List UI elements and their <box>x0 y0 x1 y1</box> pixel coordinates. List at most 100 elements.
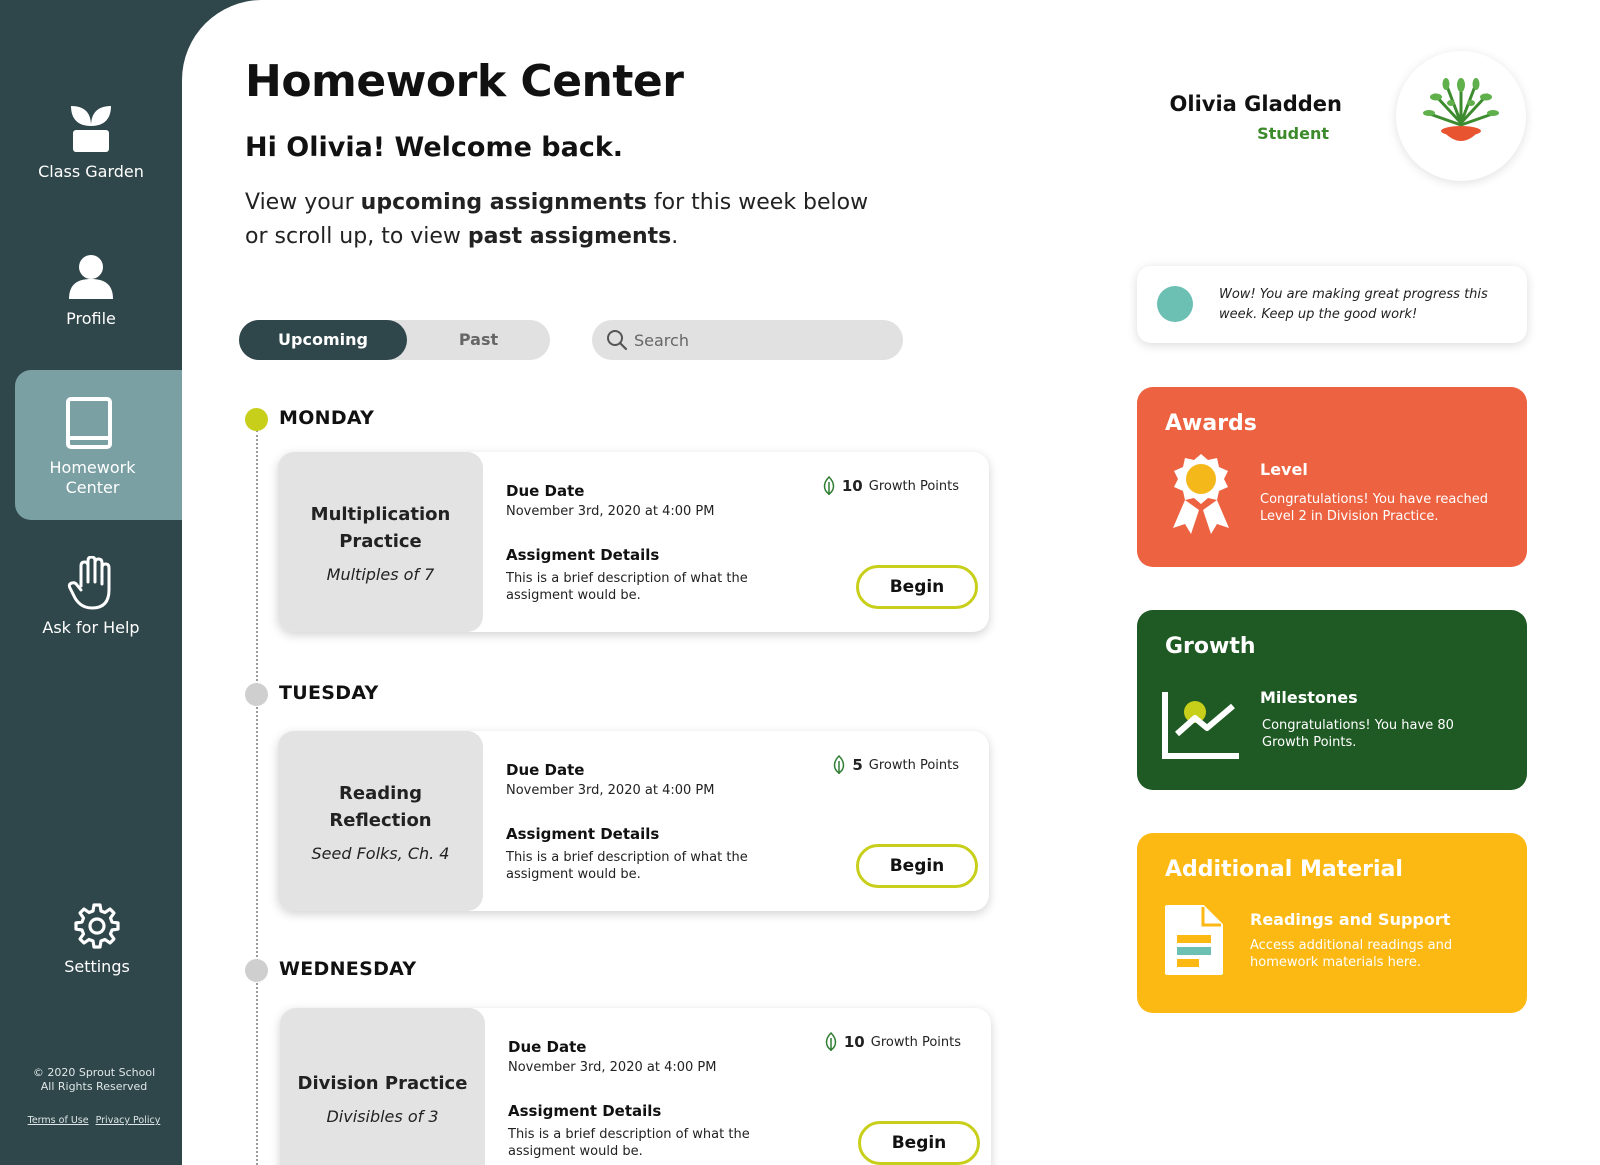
details-value: This is a brief description of what the … <box>506 850 748 882</box>
begin-button[interactable]: Begin <box>856 844 978 888</box>
growth-points: 5 Growth Points <box>832 755 959 775</box>
footer-links: Terms of Use Privacy Policy <box>0 1115 188 1126</box>
panel-text: Access additional readings and homework … <box>1250 938 1453 970</box>
additional-material-panel[interactable]: Additional Material Readings and Support… <box>1137 833 1527 1013</box>
intro-text: View your upcoming assignments for this … <box>245 186 885 254</box>
day-label: MONDAY <box>279 407 375 429</box>
panel-title: Additional Material <box>1165 857 1403 882</box>
award-ribbon-icon <box>1173 454 1229 534</box>
copyright-line: All Rights Reserved <box>40 1080 148 1093</box>
intro-part: View your <box>245 190 361 215</box>
details-label: Assigment Details <box>506 825 660 843</box>
growth-chart-icon <box>1162 692 1239 759</box>
panel-heading: Level <box>1260 460 1308 479</box>
copyright-line: © 2020 Sprout School <box>32 1066 156 1079</box>
details-value: This is a brief description of what the … <box>508 1127 750 1159</box>
copyright: © 2020 Sprout School All Rights Reserved <box>0 1066 188 1094</box>
assignment-card: Multiplication Practice Multiples of 7 D… <box>278 452 989 632</box>
awards-panel[interactable]: Awards Level Congratulations! You have r… <box>1137 387 1527 567</box>
assignment-title: Division Practice <box>297 1073 468 1094</box>
due-date-label: Due Date <box>506 482 585 500</box>
book-icon <box>66 397 112 449</box>
assignment-summary: Multiplication Practice Multiples of 7 <box>278 452 483 632</box>
points-value: 10 <box>841 477 863 495</box>
growth-points: 10 Growth Points <box>824 1032 961 1052</box>
day-label: WEDNESDAY <box>279 958 417 980</box>
assignment-subtitle: Divisibles of 3 <box>326 1107 439 1126</box>
message-text: Wow! You are making great progress this … <box>1219 287 1488 322</box>
day-marker <box>245 408 268 431</box>
terms-link[interactable]: Terms of Use <box>28 1115 89 1126</box>
search-bar <box>592 320 903 360</box>
points-value: 10 <box>843 1033 865 1051</box>
points-label: Growth Points <box>870 1034 961 1050</box>
tab-bar: Upcoming Past <box>239 320 550 360</box>
sidebar-item-label: Profile <box>66 309 116 328</box>
details-label: Assigment Details <box>506 546 660 564</box>
greeting: Hi Olivia! Welcome back. <box>245 132 624 163</box>
user-role: Student <box>1257 124 1329 143</box>
growth-points: 10 Growth Points <box>822 476 959 496</box>
growth-panel[interactable]: Growth Milestones Congratulations! You h… <box>1137 610 1527 790</box>
sidebar-item-label: Ask for Help <box>42 618 140 637</box>
points-label: Growth Points <box>868 478 959 494</box>
day-marker <box>245 959 268 982</box>
search-icon <box>607 330 628 351</box>
intro-emphasis: past assigments <box>467 224 672 249</box>
assignment-title: Multiplication Practice <box>310 503 451 552</box>
panel-title: Awards <box>1165 411 1257 436</box>
begin-button[interactable]: Begin <box>856 565 978 609</box>
sidebar-item-label: Homework Center <box>49 458 136 497</box>
page-title: Homework Center <box>245 56 684 107</box>
timeline-line <box>256 430 258 1165</box>
begin-button[interactable]: Begin <box>858 1121 980 1165</box>
sidebar-item-ask-for-help[interactable]: Ask for Help <box>0 556 182 638</box>
due-date-value: November 3rd, 2020 at 4:00 PM <box>506 783 715 798</box>
user-icon <box>69 255 113 299</box>
tab-upcoming[interactable]: Upcoming <box>239 320 407 360</box>
intro-part: . <box>671 224 679 249</box>
due-date-value: November 3rd, 2020 at 4:00 PM <box>508 1060 717 1075</box>
sidebar-item-homework-center[interactable]: Homework Center <box>15 370 182 520</box>
points-label: Growth Points <box>868 757 959 773</box>
panel-text: Congratulations! You have reached Level … <box>1260 492 1488 524</box>
panel-title: Growth <box>1165 634 1256 659</box>
due-date-label: Due Date <box>508 1038 587 1056</box>
day-marker <box>245 683 268 706</box>
panel-text: Congratulations! You have 80 Growth Poin… <box>1262 718 1454 750</box>
search-input[interactable] <box>634 320 884 360</box>
user-name: Olivia Gladden <box>1169 92 1342 116</box>
assignment-subtitle: Multiples of 7 <box>326 564 435 584</box>
sidebar-item-profile[interactable]: Profile <box>0 253 182 329</box>
avatar[interactable] <box>1396 51 1526 181</box>
sidebar-item-label: Settings <box>64 957 130 976</box>
details-value: This is a brief description of what the … <box>506 571 748 603</box>
tab-past[interactable]: Past <box>407 320 550 360</box>
leaf-icon <box>823 476 835 495</box>
details-label: Assigment Details <box>508 1102 662 1120</box>
sprout-icon <box>71 106 111 152</box>
day-label: TUESDAY <box>279 682 379 704</box>
assignment-card: Reading Reflection Seed Folks, Ch. 4 Due… <box>278 731 989 911</box>
document-icon <box>1165 905 1223 975</box>
points-value: 5 <box>852 756 863 774</box>
assignment-card: Division Practice Divisibles of 3 Due Da… <box>280 1008 991 1165</box>
assignment-summary: Reading Reflection Seed Folks, Ch. 4 <box>278 731 483 911</box>
main-panel: Homework Center Hi Olivia! Welcome back.… <box>182 0 1600 1165</box>
leaf-icon <box>825 1032 837 1051</box>
sidebar-item-settings[interactable]: Settings <box>6 903 188 977</box>
progress-message: Wow! You are making great progress this … <box>1137 266 1527 343</box>
assignment-title: Reading Reflection <box>329 782 432 831</box>
privacy-link[interactable]: Privacy Policy <box>96 1115 161 1126</box>
gear-icon <box>74 903 120 949</box>
sidebar-item-label: Class Garden <box>38 162 144 181</box>
sidebar: Class Garden Profile Homework Center Ask … <box>0 0 182 1165</box>
message-dot <box>1157 286 1193 322</box>
assignment-summary: Division Practice Divisibles of 3 <box>280 1008 485 1165</box>
intro-emphasis: upcoming assignments <box>360 190 647 215</box>
assignment-subtitle: Seed Folks, Ch. 4 <box>311 843 450 863</box>
potted-plant-icon <box>1423 78 1499 141</box>
due-date-value: November 3rd, 2020 at 4:00 PM <box>506 504 715 519</box>
due-date-label: Due Date <box>506 761 585 779</box>
sidebar-item-class-garden[interactable]: Class Garden <box>0 104 182 182</box>
